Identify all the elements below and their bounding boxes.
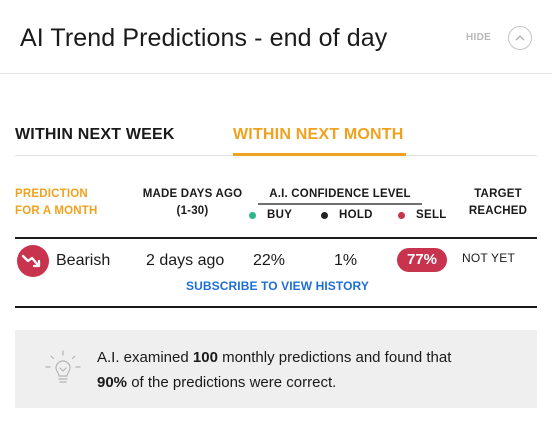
row-divider-top	[15, 237, 537, 239]
accuracy-info-box: A.I. examined 100 monthly predictions an…	[15, 330, 537, 408]
legend-buy-label: BUY	[267, 209, 293, 221]
legend-hold-label: HOLD	[339, 209, 373, 221]
confidence-divider	[258, 203, 422, 205]
tab-within-next-month[interactable]: WITHIN NEXT MONTH	[233, 126, 406, 156]
info-text-part2: monthly predictions and found that	[217, 349, 452, 366]
header-target-line1: TARGET	[474, 188, 522, 200]
tab-within-next-week[interactable]: WITHIN NEXT WEEK	[15, 126, 175, 156]
widget-header: AI Trend Predictions - end of day HIDE	[0, 0, 552, 74]
accuracy-info-text: A.I. examined 100 monthly predictions an…	[97, 345, 527, 395]
lightbulb-icon	[45, 350, 81, 383]
row-divider-bottom	[15, 306, 537, 308]
header-prediction-line1: PREDICTION	[15, 188, 88, 200]
header-prediction: PREDICTION FOR A MONTH	[15, 186, 97, 220]
hold-confidence-value: 1%	[334, 252, 358, 269]
legend-sell: SELL	[398, 209, 447, 221]
header-target-line2: REACHED	[468, 205, 528, 217]
hold-dot-icon	[321, 211, 328, 219]
sell-dot-icon	[398, 211, 405, 219]
header-target-reached: TARGET REACHED	[462, 186, 534, 220]
header-made-line2: (1-30)	[176, 205, 209, 217]
legend-buy: BUY	[249, 209, 292, 221]
trend-down-icon	[17, 245, 49, 277]
made-days-ago-value: 2 days ago	[146, 252, 225, 269]
predictions-count: 100	[192, 349, 218, 366]
hide-button[interactable]: HIDE	[466, 32, 491, 43]
chevron-up-icon	[515, 35, 525, 41]
buy-dot-icon	[249, 211, 256, 219]
page-title: AI Trend Predictions - end of day	[20, 24, 388, 52]
sell-confidence-badge: 77%	[397, 248, 447, 272]
period-tabs: WITHIN NEXT WEEK WITHIN NEXT MONTH	[15, 126, 537, 156]
header-confidence: A.I. CONFIDENCE LEVEL	[269, 188, 411, 200]
target-reached-value: NOT YET	[462, 251, 515, 265]
header-made-days-ago: MADE DAYS AGO (1-30)	[140, 186, 245, 220]
accuracy-percent: 90%	[97, 374, 128, 391]
subscribe-history-link[interactable]: SUBSCRIBE TO VIEW HISTORY	[186, 279, 369, 293]
prediction-value: Bearish	[56, 252, 111, 269]
header-made-line1: MADE DAYS AGO	[142, 188, 243, 200]
collapse-button[interactable]	[508, 26, 532, 50]
info-text-part3: of the predictions were correct.	[127, 374, 337, 391]
info-text-part1: A.I. examined	[97, 349, 193, 366]
buy-confidence-value: 22%	[253, 252, 286, 269]
legend-hold: HOLD	[321, 209, 373, 221]
header-prediction-line2: FOR A MONTH	[15, 205, 98, 217]
legend-sell-label: SELL	[416, 209, 447, 221]
